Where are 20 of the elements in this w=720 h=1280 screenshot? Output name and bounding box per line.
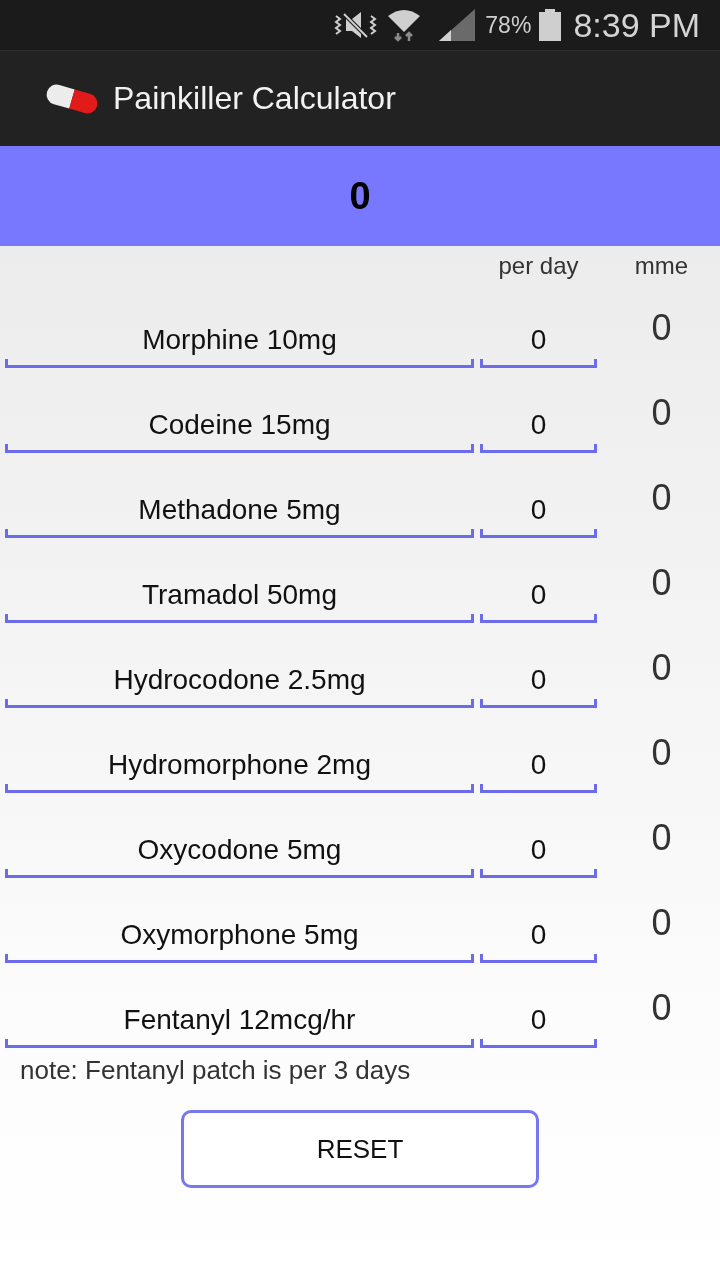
- mme-value: 0: [651, 987, 672, 1029]
- mme-value: 0: [651, 562, 672, 604]
- battery-icon: [539, 9, 562, 41]
- total-mme-value: 0: [349, 174, 371, 218]
- mme-value: 0: [651, 392, 672, 434]
- reset-button[interactable]: RESET: [181, 1110, 539, 1188]
- mme-value: 0: [651, 817, 672, 859]
- app-title: Painkiller Calculator: [113, 80, 396, 117]
- wifi-icon: [387, 8, 422, 42]
- note-text: note: Fentanyl patch is per 3 days: [20, 1055, 411, 1085]
- column-header: mme: [634, 252, 689, 280]
- mme-value: 0: [651, 647, 672, 689]
- mme-value: 0: [651, 477, 672, 519]
- mme-value: 0: [651, 902, 672, 944]
- clock-time: 8:39 PM: [573, 5, 700, 45]
- mme-value: 0: [651, 307, 672, 349]
- mme-value: 0: [651, 732, 672, 774]
- column-header: per day: [498, 252, 579, 280]
- battery-percent: 78%: [485, 11, 532, 39]
- signal-icon: [439, 9, 476, 41]
